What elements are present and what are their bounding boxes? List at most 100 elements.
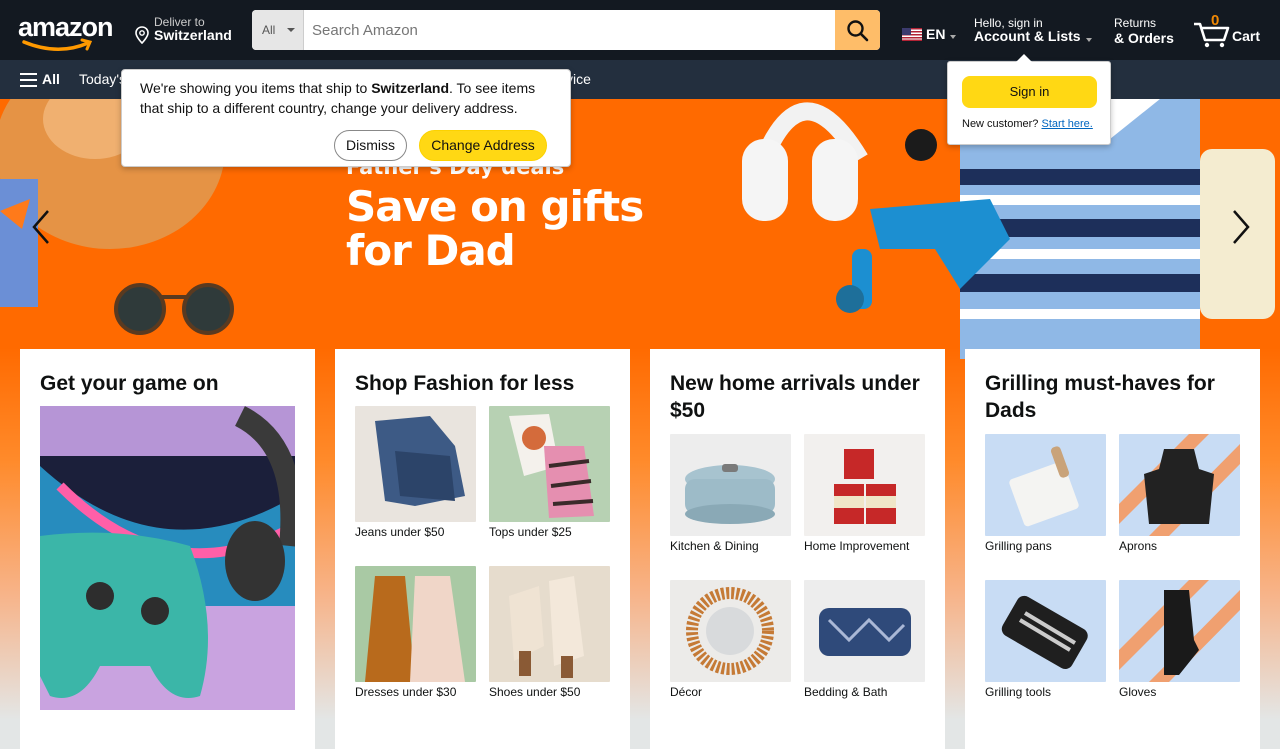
popover-message: We're showing you items that ship to Swi… <box>140 78 560 118</box>
tile-grilling-tools[interactable]: Grilling tools <box>985 580 1106 699</box>
account-lists[interactable]: Hello, sign in Account & Lists <box>974 16 1098 48</box>
deliver-country: Switzerland <box>154 27 232 43</box>
flyout-pointer <box>1016 54 1032 62</box>
watch-shape <box>905 129 937 161</box>
grill-pan-icon <box>1009 446 1079 527</box>
hamburger-menu-icon <box>20 73 37 91</box>
tile-kitchen[interactable]: Kitchen & Dining <box>670 434 791 553</box>
cart-icon <box>1194 22 1230 48</box>
start-here-link[interactable]: Start here. <box>1041 118 1092 130</box>
tile-jeans[interactable]: Jeans under $50 <box>355 406 476 539</box>
logo-smile-icon <box>22 38 93 51</box>
new-customer-text: New customer? Start here. <box>962 118 1093 130</box>
delivery-address-popover: We're showing you items that ship to Swi… <box>121 69 571 167</box>
hero-title: Save on gifts for Dad <box>346 182 644 275</box>
popover-country: Switzerland <box>371 80 449 96</box>
pillow-icon <box>819 608 911 656</box>
apron-icon <box>1119 434 1240 536</box>
tile-caption: Home Improvement <box>804 539 910 553</box>
returns-orders[interactable]: Returns & Orders <box>1114 16 1174 46</box>
tile-caption: Décor <box>670 685 703 699</box>
tile-image <box>985 580 1106 682</box>
tile-image <box>985 434 1106 536</box>
account-lists-label: Account & Lists <box>974 28 1081 44</box>
tile-image <box>489 406 610 522</box>
gloves-icon <box>1119 580 1240 682</box>
carousel-next-button[interactable] <box>1226 207 1256 247</box>
search-icon <box>847 20 869 42</box>
tile-caption: Grilling tools <box>985 685 1052 699</box>
nav-belt: amazon Deliver to Switzerland All Search… <box>0 0 1280 60</box>
tile-caption: Jeans under $50 <box>355 525 445 539</box>
search-button[interactable] <box>835 10 880 50</box>
tile-shoes[interactable]: Shoes under $50 <box>489 566 610 699</box>
chevron-right-icon <box>1233 210 1250 244</box>
deliver-to[interactable]: Deliver to Switzerland <box>135 15 235 45</box>
carousel-prev-button[interactable] <box>26 207 56 247</box>
card-game: Get your game on <box>20 349 315 749</box>
tile-image <box>804 580 925 682</box>
tile-caption: Tops under $25 <box>489 525 572 539</box>
tile-decor[interactable]: Décor <box>670 580 791 699</box>
tile-caption: Gloves <box>1119 685 1157 699</box>
tile-caption: Bedding & Bath <box>804 685 888 699</box>
headphones-shape <box>742 102 868 221</box>
nav-link-todays-deals[interactable]: Today's <box>79 71 126 87</box>
tops-icon <box>509 414 594 518</box>
tile-dresses[interactable]: Dresses under $30 <box>355 566 476 699</box>
tile-image <box>355 406 476 522</box>
chevron-down-icon <box>950 35 956 39</box>
jeans-icon <box>375 416 465 506</box>
cart-label: Cart <box>1232 28 1261 44</box>
card-grilling: Grilling must-haves for Dads Grilling pa… <box>965 349 1260 749</box>
all-menu-label: All <box>42 71 60 87</box>
tile-image <box>1119 580 1240 682</box>
cart-button[interactable]: 0 Cart <box>1192 12 1262 48</box>
returns-label: Returns <box>1114 16 1157 30</box>
popover-message-start: We're showing you items that ship to <box>140 80 372 96</box>
amazon-logo[interactable]: amazon <box>18 12 118 52</box>
change-address-button[interactable]: Change Address <box>419 130 547 161</box>
tile-aprons[interactable]: Aprons <box>1119 434 1240 553</box>
orders-label: & Orders <box>1114 30 1174 46</box>
tile-gloves[interactable]: Gloves <box>1119 580 1240 699</box>
search-category-label: All <box>262 23 276 37</box>
mirror-icon <box>686 587 774 675</box>
tile-caption: Aprons <box>1119 539 1158 553</box>
game-controller-art <box>40 406 295 710</box>
search-input[interactable] <box>304 10 835 50</box>
shoes-icon <box>509 576 584 678</box>
card-title: Grilling must-haves for Dads <box>985 372 1215 422</box>
chevron-down-icon <box>287 28 295 32</box>
game-image[interactable] <box>40 406 295 710</box>
grill-tools-icon <box>1001 595 1088 669</box>
language-label: EN <box>926 26 946 42</box>
tile-image <box>1119 434 1240 536</box>
card-title: Get your game on <box>40 372 219 395</box>
dutch-oven-icon <box>685 464 775 524</box>
tile-caption: Kitchen & Dining <box>670 539 759 553</box>
chevron-left-icon <box>32 210 49 244</box>
signin-flyout: Sign in New customer? Start here. <box>947 54 1111 145</box>
dismiss-button[interactable]: Dismiss <box>334 130 407 161</box>
sign-in-button[interactable]: Sign in <box>962 76 1097 108</box>
tile-image <box>670 580 791 682</box>
tile-image <box>489 566 610 682</box>
search-category-dropdown[interactable]: All <box>252 10 304 50</box>
tile-bedding[interactable]: Bedding & Bath <box>804 580 925 699</box>
card-title: Shop Fashion for less <box>355 372 575 395</box>
paint-cans-icon <box>834 449 896 524</box>
new-customer-label: New customer? <box>962 118 1039 130</box>
location-pin-icon <box>135 26 149 44</box>
tile-image <box>804 434 925 536</box>
tile-caption: Grilling pans <box>985 539 1052 553</box>
dresses-icon <box>365 576 465 682</box>
tile-image <box>670 434 791 536</box>
tile-home-improvement[interactable]: Home Improvement <box>804 434 925 553</box>
search-bar: All <box>252 10 880 50</box>
us-flag-icon <box>902 28 922 41</box>
tile-tops[interactable]: Tops under $25 <box>489 406 610 539</box>
tile-grilling-pans[interactable]: Grilling pans <box>985 434 1106 553</box>
sunglasses-shape <box>114 283 234 335</box>
card-fashion: Shop Fashion for less Jeans under $50 To… <box>335 349 630 749</box>
